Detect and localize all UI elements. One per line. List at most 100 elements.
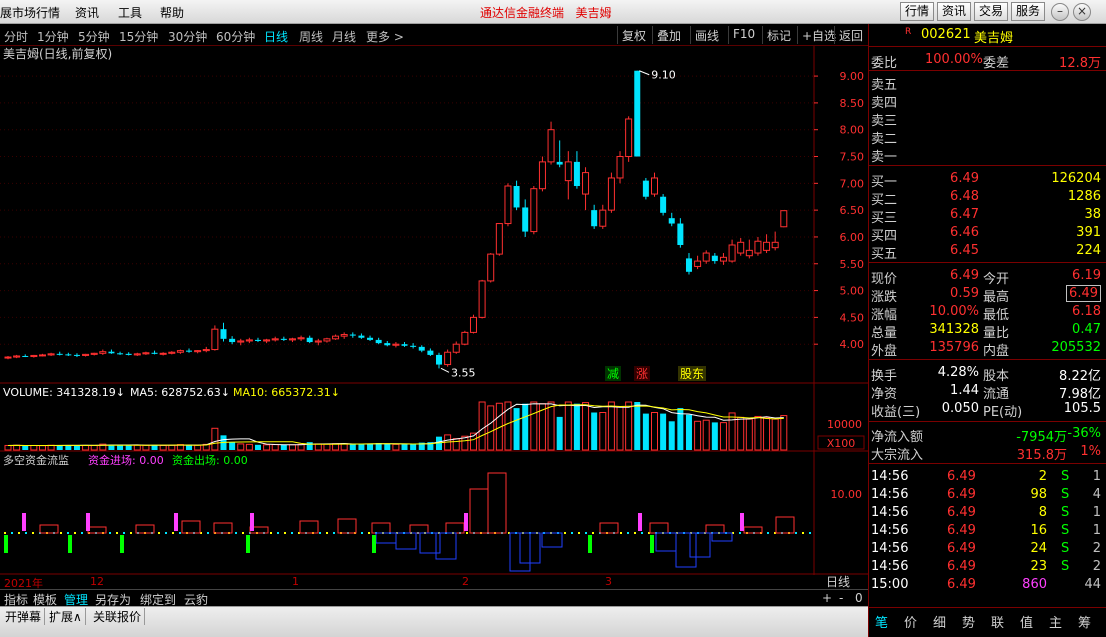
- candle-down: [685, 258, 692, 272]
- candle-up: [530, 188, 538, 233]
- ask-row: 卖二: [869, 127, 1106, 147]
- back-button[interactable]: 返回: [834, 26, 867, 44]
- candle-down: [591, 210, 598, 227]
- candle-down: [711, 255, 718, 262]
- tick-volume: 2: [1038, 469, 1047, 484]
- flow-in-box: [213, 522, 233, 534]
- flow-baseline-dot: [67, 532, 69, 534]
- trade-button[interactable]: 交易: [974, 2, 1009, 21]
- flow-baseline-dot: [207, 532, 209, 534]
- more-periods[interactable]: 更多 >: [366, 28, 404, 45]
- event-marker: 股东: [680, 367, 704, 381]
- news-button[interactable]: 资讯: [937, 2, 972, 21]
- candle-down: [677, 223, 684, 245]
- linked-quote-button[interactable]: 关联报价: [90, 608, 146, 625]
- adjust-button[interactable]: 复权: [617, 26, 650, 44]
- period-tab[interactable]: 15分钟: [119, 28, 158, 45]
- flow-in-box: [775, 516, 795, 534]
- flow-baseline-dot: [578, 532, 580, 534]
- chart-area[interactable]: 4.00 4.50 5.00 5.50 6.00 6.50 7.00 7.50 8.00 8.50…: [0, 46, 868, 575]
- flow-in-spike: [22, 513, 26, 531]
- quote-tab[interactable]: 势: [962, 612, 975, 631]
- service-button[interactable]: 服务: [1011, 2, 1046, 21]
- period-tab[interactable]: 5分钟: [78, 28, 110, 45]
- stat-value: 135796: [929, 340, 979, 355]
- period-tab-active[interactable]: 日线: [264, 28, 288, 45]
- danmaku-button[interactable]: 开弹幕: [2, 608, 46, 625]
- candle-down: [660, 196, 667, 213]
- zoom-reset-button[interactable]: 0: [855, 591, 863, 605]
- period-tab[interactable]: 月线: [332, 28, 356, 45]
- bid-price: 6.48: [950, 189, 979, 204]
- candle-down: [108, 351, 115, 354]
- minimize-icon[interactable]: –: [1051, 3, 1069, 21]
- flow-baseline-dot: [592, 532, 594, 534]
- volume-bar-up: [288, 444, 296, 451]
- draw-button[interactable]: 画线: [690, 26, 723, 44]
- flow-out-spike: [246, 535, 250, 553]
- trade-tick-row: 14:56 6.49 98 S 4: [869, 486, 1106, 504]
- period-tab[interactable]: 30分钟: [168, 28, 207, 45]
- volume-bar-up: [245, 443, 253, 451]
- period-tab[interactable]: 60分钟: [216, 28, 255, 45]
- zoom-in-button[interactable]: +: [822, 591, 832, 605]
- zoom-out-button[interactable]: -: [839, 591, 843, 605]
- tick-direction: S: [1061, 559, 1070, 574]
- menu-tools[interactable]: 工具: [118, 4, 142, 21]
- volume-bar-down: [660, 413, 667, 450]
- quote-tab[interactable]: 主: [1049, 612, 1062, 631]
- diff-value: 12.8万: [1059, 56, 1101, 71]
- mark-button[interactable]: 标记: [762, 26, 795, 44]
- close-icon[interactable]: ×: [1073, 3, 1091, 21]
- volume-bar-up: [211, 427, 219, 451]
- flow-baseline-dot: [319, 532, 321, 534]
- tick-time: 14:56: [871, 523, 909, 538]
- candle-up: [564, 161, 572, 182]
- trade-tick-row: 14:56 6.49 23 S 2: [869, 558, 1106, 576]
- quote-tab[interactable]: 价: [904, 612, 917, 631]
- kline-chart[interactable]: 4.00 4.50 5.00 5.50 6.00 6.50 7.00 7.50 8.00 8.50…: [0, 46, 868, 575]
- expand-button[interactable]: 扩展∧: [46, 608, 86, 625]
- tick-time: 14:56: [871, 541, 909, 556]
- tick-price: 6.49: [947, 541, 976, 556]
- net-inflow-pct: -36%: [1067, 426, 1101, 441]
- period-tab[interactable]: 1分钟: [37, 28, 69, 45]
- candle-down: [254, 339, 261, 341]
- period-tab[interactable]: 周线: [299, 28, 323, 45]
- quotes-button[interactable]: 行情: [900, 2, 935, 21]
- f10-button[interactable]: F10: [728, 26, 759, 44]
- flow-baseline-dot: [585, 532, 587, 534]
- bid-row: 买四 6.46 391: [869, 224, 1106, 244]
- candle-up: [737, 241, 745, 254]
- quote-tab[interactable]: 值: [1020, 612, 1033, 631]
- flow-baseline-dot: [284, 532, 286, 534]
- flow-baseline-dot: [116, 532, 118, 534]
- volume-bar-up: [133, 444, 141, 451]
- tick-time: 14:56: [871, 469, 909, 484]
- overlay-button[interactable]: 叠加: [652, 26, 685, 44]
- quote-tab[interactable]: 联: [991, 612, 1004, 631]
- candle-up: [47, 353, 55, 356]
- flow-tick: 10.00: [831, 488, 863, 501]
- tick-count: 2: [1092, 541, 1101, 556]
- chart-title: 美吉姆(日线,前复权): [3, 46, 112, 61]
- y-tick-label: 6.50: [840, 204, 865, 217]
- candle-up: [771, 241, 779, 249]
- flow-baseline-dot: [739, 532, 741, 534]
- menu-market[interactable]: 展市场行情: [0, 4, 60, 21]
- quote-tab[interactable]: 筹: [1078, 612, 1091, 631]
- flow-baseline-dot: [130, 532, 132, 534]
- quote-tab[interactable]: 笔: [875, 612, 888, 631]
- period-tab[interactable]: 分时: [4, 28, 28, 45]
- quote-tab[interactable]: 细: [933, 612, 946, 631]
- menu-news[interactable]: 资讯: [75, 4, 99, 21]
- volume-bar-up: [745, 418, 753, 451]
- tick-volume: 860: [1022, 577, 1047, 592]
- tick-price: 6.49: [947, 487, 976, 502]
- y-tick-label: 8.50: [840, 97, 865, 110]
- volume-bar-up: [754, 415, 762, 451]
- stat-value: 1.44: [950, 383, 979, 398]
- volume-bar-down: [410, 444, 417, 450]
- stat-value: 0.050: [941, 401, 979, 416]
- menu-help[interactable]: 帮助: [160, 4, 184, 21]
